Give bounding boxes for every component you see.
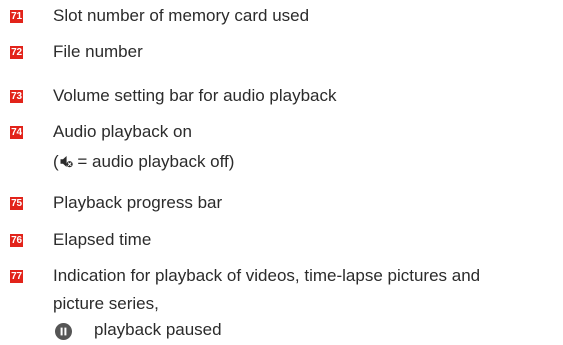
pause-description: playback paused — [94, 320, 222, 339]
item-text: Slot number of memory card used — [53, 6, 310, 25]
mute-description: = audio playback off) — [72, 152, 235, 171]
paren-open: ( — [53, 152, 59, 171]
item-number-badge: 73 — [10, 90, 23, 103]
item-subtext: ( = audio playback off) — [53, 152, 234, 172]
item-text-line2: picture series, — [53, 294, 159, 313]
item-text: File number — [53, 42, 143, 61]
item-number-badge: 72 — [10, 46, 23, 59]
speaker-mute-icon — [60, 156, 73, 168]
item-number-badge: 75 — [10, 197, 23, 210]
legend-page: { "legend": [ {"number": "71", "text": "… — [0, 0, 563, 345]
item-text: Volume setting bar for audio playback — [53, 86, 337, 105]
item-text: Indication for playback of videos, time-… — [53, 266, 481, 285]
pause-icon — [55, 323, 72, 340]
item-number-badge: 76 — [10, 234, 23, 247]
item-text: Audio playback on — [53, 122, 192, 141]
item-text: Playback progress bar — [53, 193, 223, 212]
item-text: Elapsed time — [53, 230, 152, 249]
item-number-badge: 71 — [10, 10, 23, 23]
item-number-badge: 77 — [10, 270, 23, 283]
item-number-badge: 74 — [10, 126, 23, 139]
